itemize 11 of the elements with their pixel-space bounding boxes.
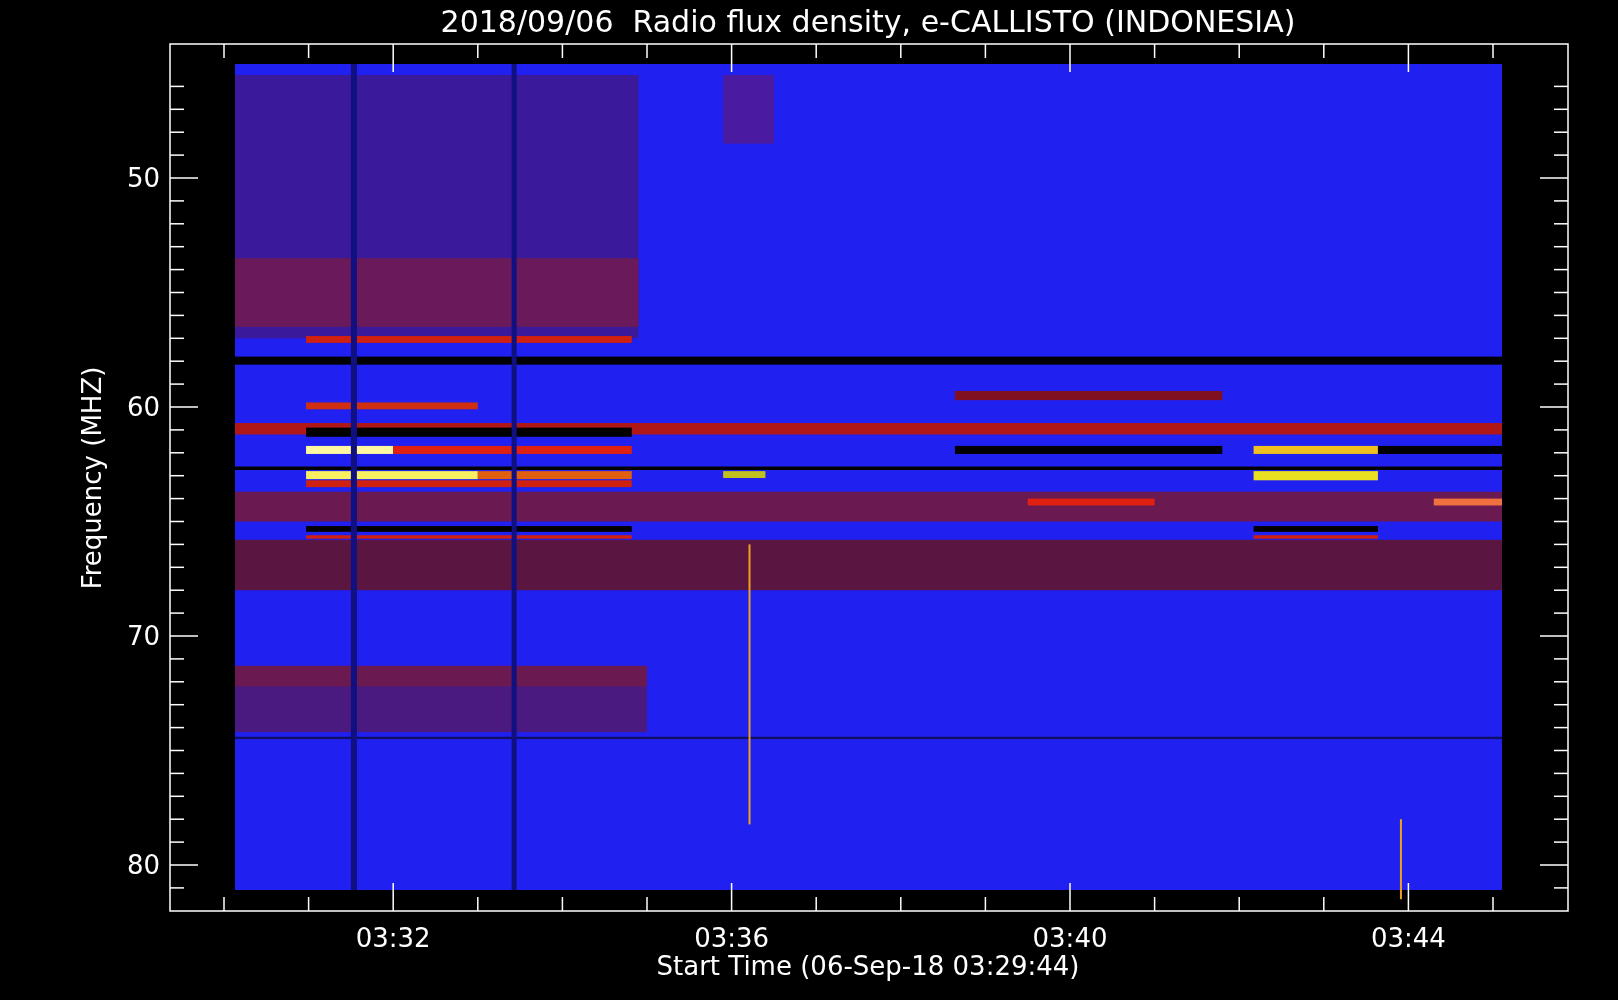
y-axis-title: Frequency (MHZ) xyxy=(77,366,107,590)
y-tick-label: 60 xyxy=(126,392,160,422)
x-tick-label: 03:40 xyxy=(1032,923,1108,953)
chart-title: 2018/09/06 Radio flux density, e-CALLISTO (INDONESIA) xyxy=(440,4,1296,39)
x-tick-label: 03:44 xyxy=(1370,923,1446,953)
x-tick-label: 03:32 xyxy=(355,923,431,953)
y-tick-label: 80 xyxy=(126,850,160,880)
y-tick-label: 70 xyxy=(126,621,160,651)
y-tick-label: 50 xyxy=(126,163,160,193)
x-axis-title: Start Time (06-Sep-18 03:29:44) xyxy=(656,951,1080,981)
x-tick-label: 03:36 xyxy=(694,923,770,953)
